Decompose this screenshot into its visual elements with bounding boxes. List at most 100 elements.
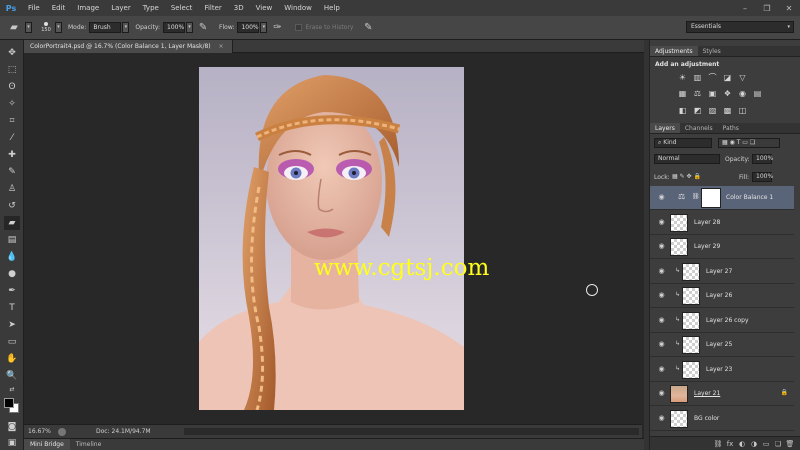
menu-3d[interactable]: 3D bbox=[228, 0, 250, 16]
layer-thumbnail[interactable] bbox=[670, 409, 688, 428]
gradient-map-icon[interactable]: ▩ bbox=[723, 106, 732, 115]
layer-name[interactable]: Layer 23 bbox=[706, 366, 732, 373]
brush-preset-dropdown[interactable]: ▾ bbox=[55, 22, 62, 33]
menu-view[interactable]: View bbox=[250, 0, 279, 16]
rectangle-tool-icon[interactable]: ▭ bbox=[4, 335, 20, 349]
marquee-tool-icon[interactable]: ⬚ bbox=[4, 63, 20, 77]
color-lookup-icon[interactable]: ▤ bbox=[753, 89, 762, 98]
visibility-eye-icon[interactable]: ◉ bbox=[657, 414, 666, 423]
mode-select[interactable]: Brush bbox=[89, 22, 122, 33]
layer-row[interactable]: ◉ Layer 21 🔒 bbox=[650, 382, 794, 406]
layer-thumbnail[interactable] bbox=[670, 385, 688, 403]
levels-icon[interactable]: ▥ bbox=[693, 73, 702, 82]
status-info-icon[interactable] bbox=[58, 427, 66, 436]
selective-color-icon[interactable]: ◫ bbox=[738, 106, 747, 115]
layer-row[interactable]: ◉ Layer 29 bbox=[650, 235, 794, 259]
mask-link-icon[interactable]: ⛓ bbox=[692, 193, 700, 200]
layer-row[interactable]: ◉ ↳ Layer 26 bbox=[650, 284, 794, 308]
move-tool-icon[interactable]: ✥ bbox=[4, 46, 20, 60]
flow-dropdown[interactable]: ▾ bbox=[260, 22, 268, 33]
layer-opacity-input[interactable]: 100% bbox=[752, 154, 773, 164]
tool-preset-dropdown[interactable]: ▾ bbox=[25, 22, 32, 33]
layer-thumbnail[interactable] bbox=[682, 287, 700, 305]
menu-window[interactable]: Window bbox=[278, 0, 318, 16]
visibility-eye-icon[interactable]: ◉ bbox=[657, 242, 666, 251]
eyedropper-tool-icon[interactable]: ⁄ bbox=[4, 131, 20, 145]
layer-name[interactable]: Layer 26 bbox=[706, 292, 732, 299]
document-tab[interactable]: ColorPortrait4.psd @ 16.7% (Color Balanc… bbox=[24, 40, 233, 53]
layer-row[interactable]: ◉ ⚖ ⛓ Color Balance 1 bbox=[650, 186, 794, 210]
tab-styles[interactable]: Styles bbox=[698, 46, 726, 56]
hand-tool-icon[interactable]: ✋ bbox=[4, 352, 20, 366]
brush-preset-picker[interactable]: 150 bbox=[38, 19, 54, 37]
brush-tool-icon[interactable]: ✎ bbox=[4, 165, 20, 179]
visibility-eye-icon[interactable]: ◉ bbox=[657, 365, 666, 374]
magic-wand-tool-icon[interactable]: ✧ bbox=[4, 97, 20, 111]
hue-saturation-icon[interactable]: ▦ bbox=[678, 89, 687, 98]
swap-colors-icon[interactable]: ⇄ bbox=[4, 384, 20, 394]
menu-file[interactable]: File bbox=[22, 0, 46, 16]
visibility-eye-icon[interactable]: ◉ bbox=[657, 316, 666, 325]
tab-adjustments[interactable]: Adjustments bbox=[650, 46, 698, 56]
blend-mode-select[interactable]: Normal bbox=[654, 154, 720, 164]
tab-timeline[interactable]: Timeline bbox=[70, 439, 108, 450]
layer-thumbnail[interactable] bbox=[682, 311, 700, 330]
new-layer-icon[interactable]: ❏ bbox=[772, 440, 784, 448]
opacity-input[interactable]: 100% bbox=[163, 22, 186, 33]
fill-input[interactable]: 100% bbox=[752, 172, 773, 182]
posterize-icon[interactable]: ◩ bbox=[693, 106, 702, 115]
visibility-eye-icon[interactable]: ◉ bbox=[657, 267, 666, 276]
visibility-eye-icon[interactable]: ◉ bbox=[657, 291, 666, 300]
gradient-tool-icon[interactable]: ▤ bbox=[4, 233, 20, 247]
pressure-size-icon[interactable]: ✎ bbox=[361, 21, 375, 35]
tab-layers[interactable]: Layers bbox=[650, 123, 680, 133]
pressure-opacity-icon[interactable]: ✎ bbox=[196, 21, 210, 35]
menu-edit[interactable]: Edit bbox=[46, 0, 72, 16]
new-adjustment-layer-icon[interactable]: ◑ bbox=[748, 440, 760, 448]
threshold-icon[interactable]: ▨ bbox=[708, 106, 717, 115]
crop-tool-icon[interactable]: ⌗ bbox=[4, 114, 20, 128]
black-white-icon[interactable]: ▣ bbox=[708, 89, 717, 98]
mode-dropdown[interactable]: ▾ bbox=[122, 22, 130, 33]
layer-row[interactable]: ◉ ↳ Layer 23 bbox=[650, 357, 794, 382]
layer-name[interactable]: BG color bbox=[694, 415, 719, 422]
color-balance-icon[interactable]: ⚖ bbox=[693, 89, 702, 98]
menu-image[interactable]: Image bbox=[71, 0, 105, 16]
flow-input[interactable]: 100% bbox=[237, 22, 260, 33]
foreground-color-swatch[interactable] bbox=[4, 398, 14, 408]
layer-thumbnail[interactable] bbox=[682, 262, 700, 281]
layer-name[interactable]: Layer 29 bbox=[694, 243, 720, 250]
layer-name[interactable]: Layer 28 bbox=[694, 219, 720, 226]
lasso-tool-icon[interactable]: ʘ bbox=[4, 80, 20, 94]
exposure-icon[interactable]: ◪ bbox=[723, 73, 732, 82]
layer-name[interactable]: Color Balance 1 bbox=[726, 194, 773, 201]
clone-stamp-tool-icon[interactable]: ♙ bbox=[4, 182, 20, 196]
lock-options-icon[interactable]: ▦ ✎ ✥ 🔒 bbox=[672, 173, 701, 180]
channel-mixer-icon[interactable]: ◉ bbox=[738, 89, 747, 98]
layer-row[interactable]: ◉ ↳ Layer 26 copy bbox=[650, 308, 794, 333]
dodge-tool-icon[interactable]: ● bbox=[4, 267, 20, 281]
layer-name[interactable]: Layer 25 bbox=[706, 341, 732, 348]
pen-tool-icon[interactable]: ✒ bbox=[4, 284, 20, 298]
menu-filter[interactable]: Filter bbox=[198, 0, 227, 16]
minimize-button[interactable]: – bbox=[734, 0, 756, 16]
layer-row[interactable]: ◉ ↳ Layer 27 bbox=[650, 259, 794, 284]
screen-mode-icon[interactable]: ▣ bbox=[4, 436, 20, 450]
maximize-button[interactable]: ❐ bbox=[756, 0, 778, 16]
layer-row[interactable]: ◉ BG color bbox=[650, 406, 794, 431]
layer-row[interactable]: ◉ ↳ Layer 25 bbox=[650, 333, 794, 357]
quick-mask-icon[interactable]: ◙ bbox=[4, 420, 20, 434]
zoom-tool-icon[interactable]: 🔍 bbox=[4, 369, 20, 383]
new-group-icon[interactable]: ▭ bbox=[760, 440, 772, 448]
layer-filter-icons[interactable]: ▦ ◉ T ▭ ❏ bbox=[718, 138, 780, 148]
canvas-area[interactable]: www.cgtsj.com bbox=[24, 53, 642, 424]
layer-thumbnail[interactable] bbox=[682, 360, 700, 379]
path-selection-tool-icon[interactable]: ➤ bbox=[4, 318, 20, 332]
layer-thumbnail[interactable] bbox=[670, 213, 688, 232]
history-brush-tool-icon[interactable]: ↺ bbox=[4, 199, 20, 213]
visibility-eye-icon[interactable]: ◉ bbox=[657, 218, 666, 227]
portrait-artwork[interactable] bbox=[199, 67, 464, 410]
zoom-level[interactable]: 16.67% bbox=[28, 428, 56, 435]
brightness-contrast-icon[interactable]: ☀ bbox=[678, 73, 687, 82]
layer-style-icon[interactable]: fx bbox=[724, 440, 736, 448]
